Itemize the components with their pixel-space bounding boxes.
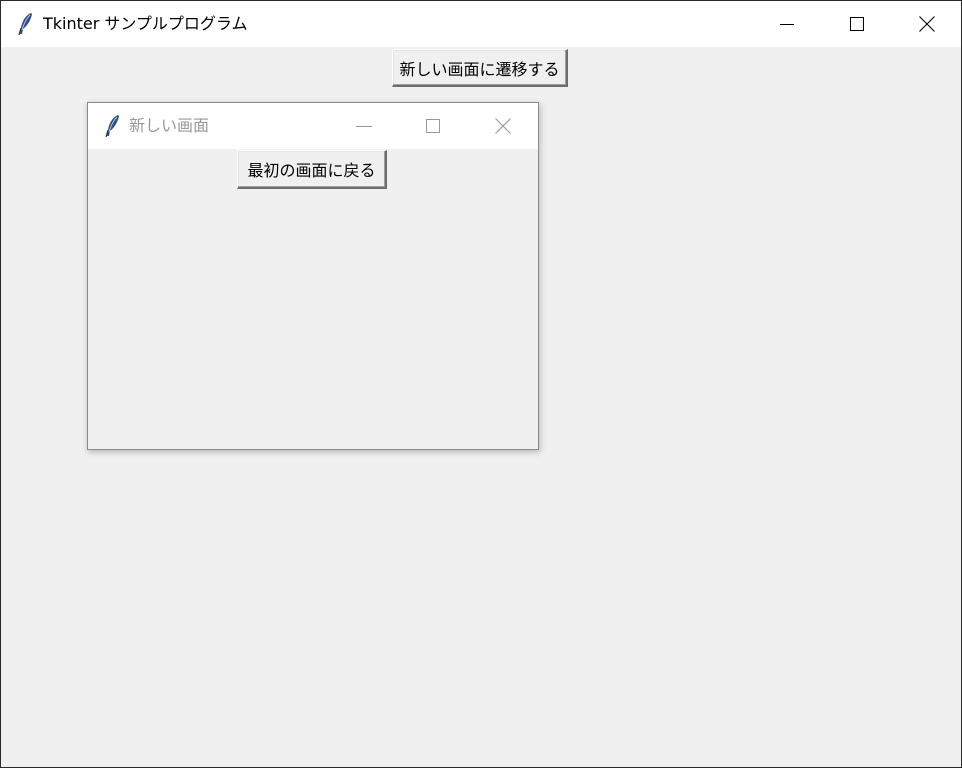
sub-window-content: 最初の画面に戻る <box>88 149 538 449</box>
close-icon <box>919 16 935 32</box>
close-icon <box>495 118 511 134</box>
minimize-button[interactable] <box>752 1 822 47</box>
main-titlebar[interactable]: Tkinter サンプルプログラム <box>1 1 961 47</box>
sub-titlebar[interactable]: 新しい画面 <box>88 103 538 149</box>
minimize-icon <box>356 126 372 127</box>
sub-window: 新しい画面 最初の画面に戻る <box>87 102 539 450</box>
sub-close-button[interactable] <box>468 103 538 149</box>
maximize-icon <box>426 119 440 133</box>
main-window-title: Tkinter サンプルプログラム <box>43 14 248 33</box>
sub-window-title: 新しい画面 <box>129 116 210 135</box>
go-to-new-screen-button[interactable]: 新しい画面に遷移する <box>392 49 568 87</box>
sub-minimize-button[interactable] <box>329 103 399 149</box>
minimize-icon <box>780 24 794 25</box>
back-to-first-screen-button[interactable]: 最初の画面に戻る <box>237 150 387 189</box>
close-button[interactable] <box>892 1 962 47</box>
tk-feather-icon <box>17 12 35 36</box>
maximize-button[interactable] <box>822 1 892 47</box>
maximize-icon <box>850 17 864 31</box>
sub-maximize-button[interactable] <box>398 103 468 149</box>
tk-feather-icon <box>104 114 122 138</box>
